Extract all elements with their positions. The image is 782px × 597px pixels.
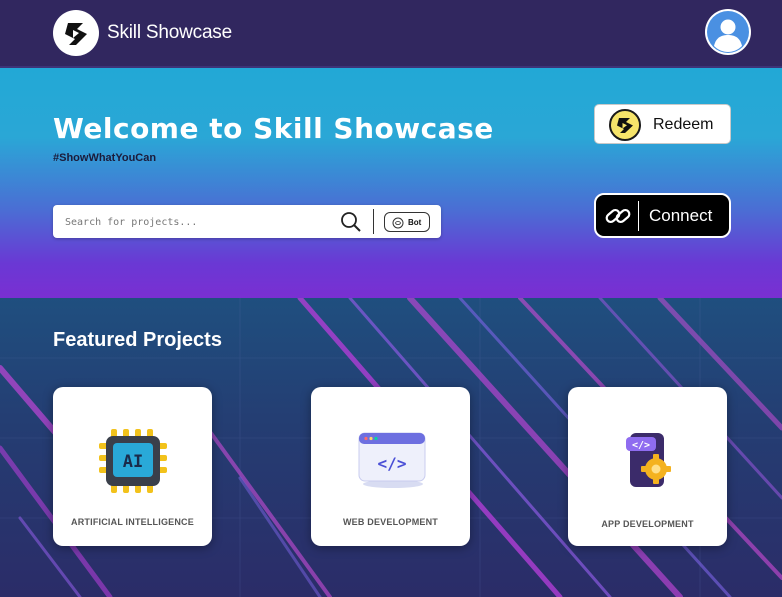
featured-section: Featured Projects AI ARTIFICIAL INTELLIG… [0,298,782,597]
featured-projects-title: Featured Projects [53,329,222,351]
search-icon[interactable] [340,211,362,238]
svg-text:AI: AI [123,452,143,472]
svg-text:</>: </> [378,454,407,473]
hero-section: Welcome to Skill Showcase #ShowWhatYouCa… [0,68,782,298]
search-bar: Bot [53,205,441,238]
hero-hashtag: #ShowWhatYouCan [53,152,157,164]
project-card-web[interactable]: </> WEB DEVELOPMENT [311,387,470,546]
ai-chip-icon: AI [97,427,169,502]
bot-label: Bot [408,218,422,227]
project-card-label: APP DEVELOPMENT [601,519,694,529]
brand-name: Skill Showcase [107,22,232,43]
bot-icon [392,217,404,229]
app-gear-icon: </> [618,431,678,498]
connect-label: Connect [649,206,713,225]
project-card-label: ARTIFICIAL INTELLIGENCE [71,517,194,527]
connect-divider [638,201,639,231]
top-navbar: Skill Showcase [0,0,782,68]
project-card-label: WEB DEVELOPMENT [342,517,438,527]
coin-icon [609,109,641,146]
search-divider [373,209,374,234]
user-avatar-icon[interactable] [705,9,751,55]
link-icon [604,204,632,233]
svg-text:</>: </> [632,440,650,451]
project-card-ai[interactable]: AI ARTIFICIAL INTELLIGENCE [53,387,212,546]
hero-title: Welcome to Skill Showcase [53,112,494,145]
connect-button[interactable]: Connect [594,193,731,238]
redeem-label: Redeem [653,116,714,133]
web-code-icon: </> [355,429,427,494]
bot-button[interactable]: Bot [384,212,430,232]
logo-icon[interactable] [53,10,99,56]
search-input[interactable] [65,213,335,231]
redeem-button[interactable]: Redeem [594,104,731,144]
project-card-app[interactable]: </> APP DEVELOPMENT [568,387,727,546]
